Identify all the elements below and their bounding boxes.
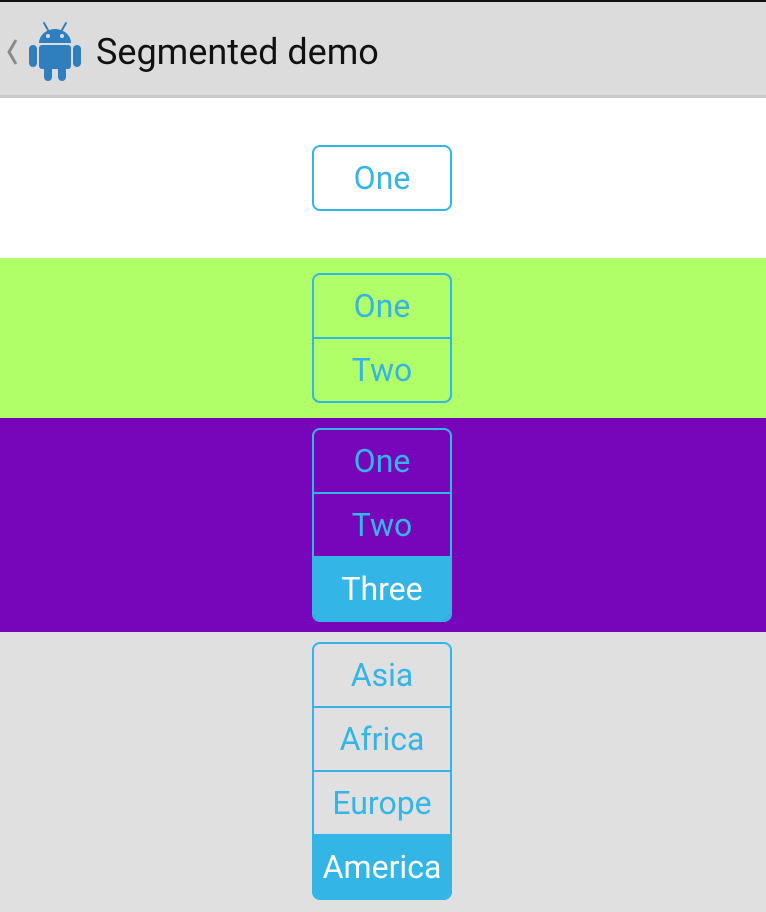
segment-section-2: One Two [0, 258, 766, 418]
segmented-group-continents: Asia Africa Europe America [312, 642, 452, 900]
segment-two[interactable]: Two [314, 492, 450, 556]
segment-europe[interactable]: Europe [314, 770, 450, 834]
segmented-group-3: One Two Three [312, 428, 452, 622]
segment-africa[interactable]: Africa [314, 706, 450, 770]
android-robot-icon[interactable] [29, 21, 81, 81]
segment-section-4: Asia Africa Europe America [0, 632, 766, 912]
app-title: Segmented demo [96, 31, 379, 73]
segment-two[interactable]: Two [314, 337, 450, 401]
segment-section-1: One [0, 98, 766, 258]
segment-one[interactable]: One [314, 147, 450, 209]
segmented-group-1: One [312, 145, 452, 211]
segment-three-selected[interactable]: Three [314, 556, 450, 620]
segmented-group-2: One Two [312, 273, 452, 403]
chevron-left-icon[interactable] [5, 37, 19, 67]
segment-section-3: One Two Three [0, 418, 766, 632]
segment-america-selected[interactable]: America [314, 834, 450, 898]
segment-one[interactable]: One [314, 275, 450, 337]
segment-asia[interactable]: Asia [314, 644, 450, 706]
segment-one[interactable]: One [314, 430, 450, 492]
action-bar: Segmented demo [0, 2, 766, 98]
